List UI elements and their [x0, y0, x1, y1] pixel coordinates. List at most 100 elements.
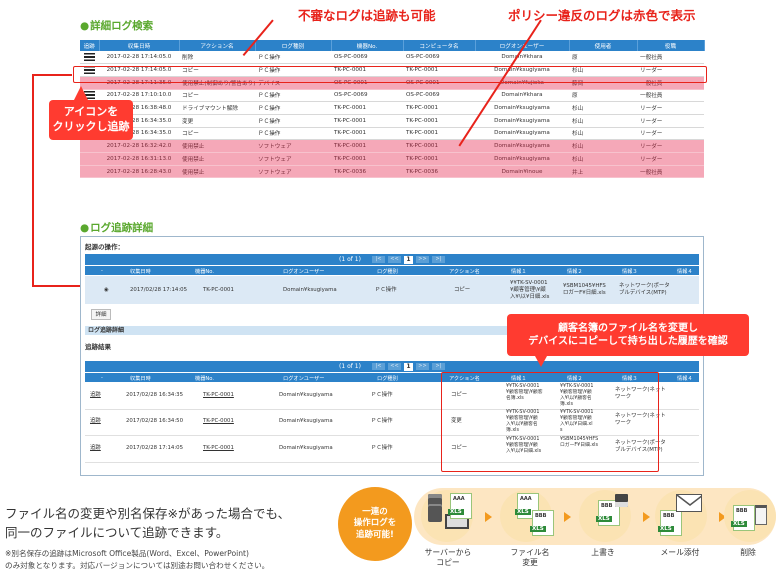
origin-info1: ¥¥TK-SV-0001 ¥顧客管理\¥顧 入¥\以¥日細.xls — [510, 280, 550, 300]
table-row[interactable]: 2017-02-28 16:38:48.0 ドライブマウント解除 ＰＣ操作 TK-PC… — [80, 101, 704, 115]
caption-line-1: ファイル名の変更や別名保存※があった場合でも、 — [5, 506, 291, 521]
table-cell: ドライブマウント解除 — [179, 101, 255, 115]
table-cell: 一般社員 — [637, 89, 704, 103]
policy-violation-callout: ポリシー違反のログは赤色で表示 — [508, 8, 696, 23]
pager-prev-button[interactable]: << — [387, 256, 401, 263]
pager: (1 of 1) |< << 1 >> >| — [85, 361, 699, 372]
table-cell: 原 — [569, 89, 637, 103]
table-cell: 2017-02-28 16:32:42.0 — [99, 139, 179, 153]
callout-pointer — [74, 86, 88, 100]
column-header: アクション名 — [179, 40, 256, 51]
table-cell: TK-PC-0001 — [403, 114, 475, 128]
trace-cell — [80, 165, 99, 179]
table-cell: 杉山 — [569, 114, 637, 128]
trace-user: Domain¥ksugiyama — [279, 418, 333, 424]
table-cell: 杉山 — [569, 101, 637, 115]
column-header: ログオンユーザー — [283, 268, 325, 275]
table-cell: TK-PC-0036 — [331, 165, 403, 179]
trace-cell — [80, 152, 99, 166]
trace-time: 2017/02/28 17:14:05 — [126, 445, 183, 451]
table-cell: 一般社員 — [637, 51, 704, 65]
table-cell: 杉山 — [569, 127, 637, 141]
table-row[interactable]: 2017-02-28 16:34:35.0 コピー ＰＣ操作 TK-PC-0001 TK… — [80, 127, 704, 141]
table-cell: Domain¥ksugiyama — [475, 152, 569, 166]
file-type-tag: XLS — [731, 521, 747, 527]
caption-line-2: 同一のファイルについて追跡できます。 — [5, 525, 229, 540]
table-cell: ＰＣ操作 — [255, 51, 331, 65]
trace-list-icon[interactable] — [84, 53, 95, 62]
table-cell: OS-PC-0069 — [403, 89, 475, 103]
trace-link[interactable]: 追跡 — [90, 445, 101, 452]
table-cell: TK-PC-0001 — [331, 152, 403, 166]
trace-link[interactable]: 追跡 — [90, 418, 101, 425]
connector-line — [32, 74, 34, 286]
trace-type: ＰＣ操作 — [371, 392, 393, 398]
trash-icon — [755, 505, 767, 525]
callout-pointer — [535, 356, 547, 367]
pager-next-button[interactable]: >> — [415, 256, 429, 263]
table-row[interactable]: 2017-02-28 16:31:13.0 使用禁止 ソフトウェア TK-PC-000… — [80, 152, 704, 166]
pager-next-button[interactable]: >> — [415, 363, 429, 370]
origin-info2: ¥SBM1045¥HFS ロガーF¥日細.xls — [563, 283, 606, 296]
column-header: ログ種別 — [255, 40, 332, 51]
column-header: 情報１ — [511, 268, 527, 275]
trace-time: 2017/02/28 16:34:35 — [126, 392, 183, 398]
pager-prev-button[interactable]: << — [387, 363, 401, 370]
table-cell: TK-PC-0001 — [403, 101, 475, 115]
callout-text: 顧客名簿のファイル名を変更し デバイスにコピーして持ち出した履歴を確認 — [528, 322, 728, 348]
pager-current-page[interactable]: 1 — [403, 255, 413, 264]
note-line-2: のみ対象となります。対応バージョンについては別途お問い合わせください。 — [5, 561, 270, 570]
table-row[interactable]: 2017-02-28 17:14:05.0 削除 ＰＣ操作 OS-PC-0069 OS-… — [80, 51, 704, 65]
column-header: 情報４ — [677, 375, 693, 382]
detail-button[interactable]: 詳細 — [91, 309, 111, 320]
trace-result-label: 追跡結果 — [85, 343, 111, 351]
file-name: BBB — [601, 503, 613, 509]
step-label: 上書き — [591, 548, 615, 557]
file-type-tag: XLS — [448, 509, 464, 515]
table-row[interactable]: 2017-02-28 16:32:42.0 使用禁止 ソフトウェア TK-PC-000… — [80, 139, 704, 153]
trace-link[interactable]: 追跡 — [90, 392, 101, 399]
origin-radio[interactable]: ◉ — [104, 287, 109, 294]
origin-table-header: - 収集日時 機器No. ログオンユーザー ログ種別 アクション名 情報１ 情報２ 情報３ 情報４ — [85, 266, 699, 275]
table-row[interactable]: 2017-02-28 16:34:35.0 変更 ＰＣ操作 TK-PC-0001 TK-… — [80, 114, 704, 128]
pager-first-button[interactable]: |< — [371, 363, 385, 370]
table-cell: TK-PC-0036 — [403, 165, 475, 179]
column-header: 情報２ — [567, 268, 583, 275]
table-cell: Domain¥inoue — [475, 165, 569, 179]
table-cell: Domain¥ksugiyama — [475, 139, 569, 153]
pager-first-button[interactable]: |< — [371, 256, 385, 263]
table-cell: Domain¥khara — [475, 51, 569, 65]
origin-row[interactable]: ◉ 2017/02/28 17:14:05 TK-PC-0001 Domain¥… — [85, 276, 699, 304]
suspicious-log-callout: 不審なログは追跡も可能 — [298, 8, 436, 23]
table-row[interactable]: 2017-02-28 16:28:43.0 使用禁止 ソフトウェア TK-PC-003… — [80, 165, 704, 179]
table-cell: OS-PC-0069 — [403, 51, 475, 65]
column-header: ログオンユーザー — [283, 375, 325, 382]
badge-text: 一連の 操作ログを 追跡可能! — [353, 507, 397, 540]
table-cell: 使用禁止 — [179, 165, 255, 179]
file-name: AAA — [453, 496, 465, 502]
table-cell: Domain¥ksugiyama — [475, 127, 569, 141]
table-cell: TK-PC-0001 — [331, 139, 403, 153]
file-name: BBB — [535, 513, 547, 519]
trace-device: TK-PC-0001 — [203, 445, 234, 451]
file-type-tag: XLS — [530, 526, 546, 532]
origin-info3: ネットワーク(ポータ ブルデバイス(MTP) — [619, 283, 670, 296]
rename-history-callout: 顧客名簿のファイル名を変更し デバイスにコピーして持ち出した履歴を確認 — [507, 314, 749, 356]
callout-text: アイコンを クリックし追跡 — [52, 105, 130, 133]
pager-info: (1 of 1) — [339, 256, 361, 263]
note-line-1: ※別名保存の追跡はMicrosoft Office製品(Word、Excel、P… — [5, 549, 249, 558]
excel-file-icon: AAA XLS — [448, 493, 472, 519]
column-header: コンピュータ名 — [403, 40, 476, 51]
pager-current-page[interactable]: 1 — [403, 362, 413, 371]
pager-last-button[interactable]: >| — [431, 256, 445, 263]
table-row[interactable]: 2017-02-28 17:10:10.0 コピー ＰＣ操作 OS-PC-0069 OS… — [80, 89, 704, 103]
file-type-tag: XLS — [515, 509, 531, 515]
table-cell: ＰＣ操作 — [255, 101, 331, 115]
file-type-tag: XLS — [596, 516, 612, 522]
step-label: ファイル名 変更 — [510, 548, 550, 567]
flow-arrow-icon — [485, 512, 492, 522]
excel-file-icon: BBB XLS — [530, 510, 554, 536]
pager-last-button[interactable]: >| — [431, 363, 445, 370]
file-name: BBB — [736, 508, 748, 514]
column-header: 収集日時 — [130, 375, 151, 382]
